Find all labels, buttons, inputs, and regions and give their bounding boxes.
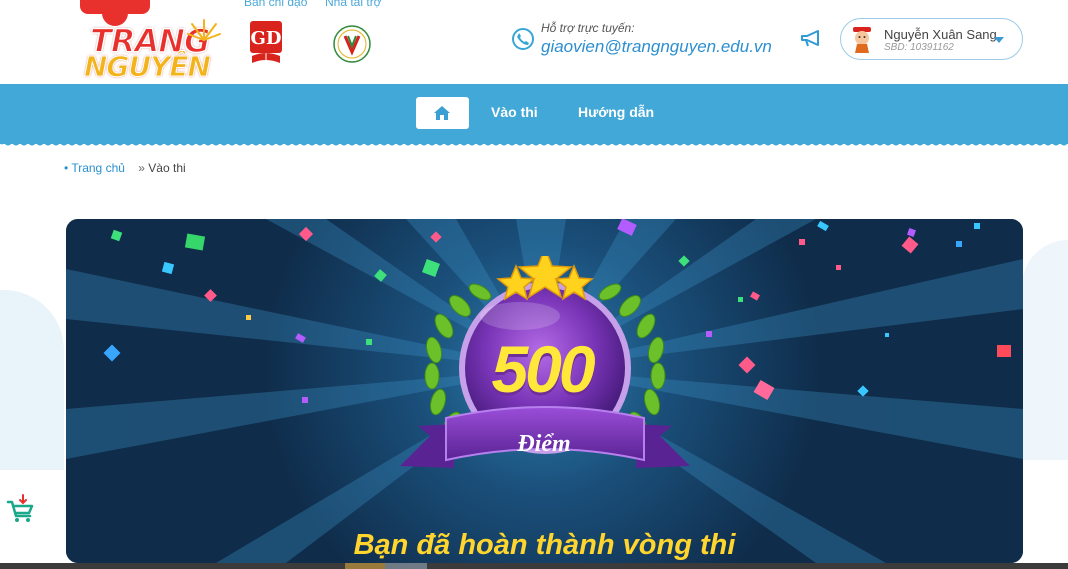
confetti-piece	[885, 333, 889, 337]
user-name: Nguyễn Xuân Sang	[884, 27, 997, 42]
home-icon	[434, 106, 450, 120]
megaphone-icon[interactable]	[801, 30, 823, 48]
nav-item-huong-dan[interactable]: Hướng dẫn	[578, 104, 654, 120]
confetti-piece	[706, 331, 712, 337]
trang-nguyen-logo[interactable]: TRANG NGUYÊN	[68, 0, 228, 84]
confetti-piece	[956, 241, 962, 247]
nav-item-vao-thi[interactable]: Vào thi	[491, 104, 538, 120]
nav-home-button[interactable]	[416, 97, 469, 129]
logo-sun-icon	[187, 19, 221, 41]
site-header: TRANG NGUYÊN Ban chỉ đạo Nhà tài trợ GD	[0, 0, 1068, 84]
taskbar-segment	[385, 563, 427, 569]
completion-message: Bạn đã hoàn thành vòng thi	[353, 529, 736, 561]
confetti-piece	[184, 233, 206, 251]
background-cloud-right	[1022, 240, 1068, 460]
support-label: Hỗ trợ trực tuyến:	[541, 21, 635, 35]
breadcrumb: • Trang chủ » Vào thi	[64, 161, 186, 175]
breadcrumb-separator: »	[138, 161, 145, 175]
nav-wave-border	[0, 140, 1068, 146]
confetti-piece	[997, 345, 1011, 357]
chevron-down-icon	[994, 37, 1004, 43]
support-email-link[interactable]: giaovien@trangnguyen.edu.vn	[541, 37, 772, 57]
svg-text:GD: GD	[251, 28, 282, 49]
breadcrumb-home-link[interactable]: Trang chủ	[71, 161, 125, 175]
cart-download-icon[interactable]	[6, 494, 36, 524]
partner-label-board: Ban chỉ đạo	[244, 0, 308, 9]
confetti-piece	[974, 223, 980, 229]
breadcrumb-current: Vào thi	[148, 161, 186, 175]
confetti-piece	[836, 265, 841, 270]
breadcrumb-bullet: •	[64, 161, 69, 175]
logo-word-nguyen: NGUYÊN	[84, 50, 212, 84]
score-unit-label: Điểm	[517, 431, 571, 457]
confetti-piece	[738, 297, 743, 302]
confetti-piece	[302, 397, 308, 403]
background-cloud-left	[0, 290, 64, 470]
mascot-avatar	[853, 27, 871, 53]
phone-icon	[512, 28, 534, 50]
user-sbd: SBD: 10391162	[884, 42, 954, 53]
taskbar-strip	[0, 563, 1068, 569]
score-value: 500	[491, 332, 595, 406]
viettel-sponsor-logo-icon[interactable]	[332, 24, 372, 64]
taskbar-segment	[345, 563, 385, 569]
user-menu-button[interactable]: Nguyễn Xuân Sang SBD: 10391162	[840, 18, 1023, 60]
confetti-piece	[366, 339, 372, 345]
confetti-piece	[799, 239, 805, 245]
gd-ministry-logo-icon[interactable]: GD	[249, 20, 283, 64]
confetti-piece	[246, 315, 251, 320]
partner-label-sponsor: Nhà tài trợ	[325, 0, 382, 9]
